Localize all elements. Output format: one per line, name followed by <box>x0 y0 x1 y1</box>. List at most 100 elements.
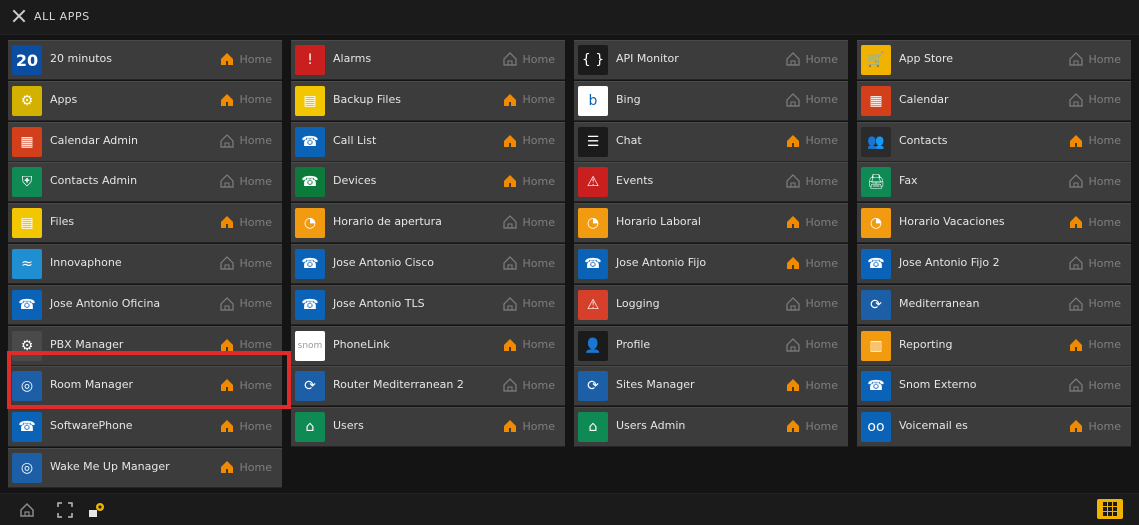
app-tile[interactable]: ⌂ Users Admin Home <box>574 407 848 448</box>
app-tile[interactable]: 🛒 App Store Home <box>857 40 1131 80</box>
home-outline-icon <box>502 378 517 392</box>
apps-grid-icon[interactable] <box>1097 499 1123 519</box>
home-toggle[interactable]: Home <box>1068 378 1121 392</box>
home-outline-icon <box>1068 174 1083 188</box>
home-toggle[interactable]: Home <box>502 378 555 392</box>
app-tile[interactable]: ▦ Calendar Home <box>857 80 1131 121</box>
home-toggle[interactable]: Home <box>219 133 272 148</box>
home-toggle[interactable]: Home <box>503 338 555 352</box>
app-tile[interactable]: 👤 Profile Home <box>574 325 848 366</box>
app-tile[interactable]: ◎ Wake Me Up Manager Home <box>8 448 282 488</box>
home-toggle[interactable]: Home <box>220 215 272 229</box>
home-toggle[interactable]: Home <box>785 52 838 66</box>
home-toggle[interactable]: Home <box>220 52 272 66</box>
app-tile[interactable]: b Bing Home <box>574 80 848 121</box>
settings-icon[interactable] <box>88 501 106 519</box>
app-tile[interactable]: ▤ Files Home <box>8 203 282 244</box>
home-toggle[interactable]: Home <box>1069 215 1121 229</box>
app-tile[interactable]: ◎ Room Manager Home <box>8 366 282 407</box>
app-tile[interactable]: oo Voicemail es Home <box>857 407 1131 448</box>
home-filled-icon <box>786 134 800 148</box>
home-toggle[interactable]: Home <box>220 419 272 433</box>
app-tile[interactable]: ▥ Reporting Home <box>857 325 1131 366</box>
home-toggle[interactable]: Home <box>786 256 838 270</box>
home-filled-icon <box>220 419 234 433</box>
app-tile[interactable]: ⚠ Logging Home <box>574 284 848 325</box>
app-tile[interactable]: ◔ Horario Vacaciones Home <box>857 203 1131 244</box>
pbx-manager-icon: ⚙ <box>12 330 42 361</box>
app-tile[interactable]: ≈ Innovaphone Home <box>8 244 282 284</box>
app-tile[interactable]: snom PhoneLink Home <box>291 325 565 366</box>
app-tile[interactable]: ⚙ Apps Home <box>8 80 282 121</box>
app-tile[interactable]: 👥 Contacts Home <box>857 121 1131 162</box>
app-name: Call List <box>333 133 377 147</box>
app-tile[interactable]: ▦ Calendar Admin Home <box>8 121 282 162</box>
home-toggle[interactable]: Home <box>219 174 272 188</box>
app-tile[interactable]: ☎ Call List Home <box>291 121 565 162</box>
home-toggle[interactable]: Home <box>1068 52 1121 66</box>
home-toggle[interactable]: Home <box>503 419 555 433</box>
app-tile[interactable]: 20 20 minutos Home <box>8 40 282 80</box>
home-toggle[interactable]: Home <box>786 419 838 433</box>
app-tile[interactable]: ⚠ Events Home <box>574 162 848 203</box>
home-toggle[interactable]: Home <box>1069 419 1121 433</box>
home-toggle[interactable]: Home <box>220 460 272 474</box>
home-filled-icon <box>220 93 234 107</box>
app-tile[interactable]: { } API Monitor Home <box>574 40 848 80</box>
home-toggle[interactable]: Home <box>1068 174 1121 188</box>
home-toggle[interactable]: Home <box>219 256 272 270</box>
backup-files-icon: ▤ <box>295 85 325 116</box>
app-tile[interactable]: ◔ Horario de apertura Home <box>291 203 565 244</box>
home-toggle[interactable]: Home <box>786 134 838 148</box>
app-tile[interactable]: ⟳ Mediterranean Home <box>857 284 1131 325</box>
home-toggle[interactable]: Home <box>219 296 272 311</box>
home-toggle[interactable]: Home <box>503 93 555 107</box>
app-name: Users Admin <box>616 419 686 433</box>
app-tile[interactable]: ⚙ PBX Manager Home <box>8 325 282 366</box>
home-toggle[interactable]: Home <box>502 215 555 229</box>
close-icon[interactable] <box>12 9 26 23</box>
app-tile[interactable]: ◔ Horario Laboral Home <box>574 203 848 244</box>
app-tile[interactable]: ☎ Devices Home <box>291 162 565 203</box>
home-toggle[interactable]: Home <box>786 378 838 392</box>
home-label: Home <box>805 174 838 188</box>
app-tile[interactable]: ⌂ Users Home <box>291 407 565 448</box>
app-tile[interactable]: ⟳ Sites Manager Home <box>574 366 848 407</box>
app-tile[interactable]: ☎ Jose Antonio Oficina Home <box>8 284 282 325</box>
home-toggle[interactable]: Home <box>1068 296 1121 311</box>
app-tile[interactable]: ☰ Chat Home <box>574 121 848 162</box>
app-tile[interactable]: ☎ SoftwarePhone Home <box>8 407 282 448</box>
home-toggle[interactable]: Home <box>786 215 838 229</box>
app-name: Jose Antonio Oficina <box>50 296 161 310</box>
home-toggle[interactable]: Home <box>785 92 838 107</box>
app-tile[interactable]: ☎ Jose Antonio Fijo 2 Home <box>857 244 1131 284</box>
home-toggle[interactable]: Home <box>502 256 555 270</box>
home-toggle[interactable]: Home <box>503 134 555 148</box>
braces-icon: { } <box>578 45 608 75</box>
home-toggle[interactable]: Home <box>1068 256 1121 270</box>
home-toggle[interactable]: Home <box>1068 92 1121 107</box>
home-toggle[interactable]: Home <box>785 174 838 188</box>
home-toggle[interactable]: Home <box>785 337 838 352</box>
home-toggle[interactable]: Home <box>220 93 272 107</box>
home-toggle[interactable]: Home <box>1069 338 1121 352</box>
app-tile[interactable]: ! Alarms Home <box>291 40 565 80</box>
app-tile[interactable]: ⟳ Router Mediterranean 2 Home <box>291 366 565 407</box>
clock-icon: ◔ <box>295 208 325 239</box>
home-toggle[interactable]: Home <box>220 378 272 392</box>
app-tile[interactable]: ☎ Jose Antonio Fijo Home <box>574 244 848 284</box>
app-tile[interactable]: ☎ Jose Antonio Cisco Home <box>291 244 565 284</box>
home-icon[interactable] <box>18 501 36 519</box>
app-tile[interactable]: ☎ Snom Externo Home <box>857 366 1131 407</box>
app-tile[interactable]: ▤ Backup Files Home <box>291 80 565 121</box>
home-toggle[interactable]: Home <box>502 296 555 311</box>
home-toggle[interactable]: Home <box>503 174 555 188</box>
home-toggle[interactable]: Home <box>1069 134 1121 148</box>
home-toggle[interactable]: Home <box>220 338 272 352</box>
home-toggle[interactable]: Home <box>785 296 838 311</box>
app-tile[interactable]: ⛨ Contacts Admin Home <box>8 162 282 203</box>
app-tile[interactable]: 🖨 Fax Home <box>857 162 1131 203</box>
fullscreen-icon[interactable] <box>56 501 74 519</box>
home-toggle[interactable]: Home <box>502 52 555 66</box>
app-tile[interactable]: ☎ Jose Antonio TLS Home <box>291 284 565 325</box>
